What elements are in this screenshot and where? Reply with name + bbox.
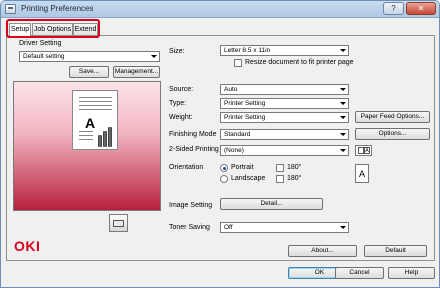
printing-preferences-window: Printing Preferences ? ✕ Setup Job Optio… [0, 0, 440, 288]
chevron-down-icon [339, 114, 347, 121]
two-sided-printing-value: (None) [224, 147, 244, 154]
chevron-down-icon [339, 47, 347, 54]
chevron-down-icon [339, 224, 347, 231]
preview-panel: A [13, 81, 161, 211]
letter-a-glyph: A [85, 115, 96, 131]
window-title: Printing Preferences [21, 4, 94, 13]
chevron-down-icon [339, 147, 347, 154]
weight-label: Weight: [169, 114, 193, 121]
printer-app-icon [5, 4, 16, 14]
resize-document-checkbox[interactable] [234, 59, 242, 67]
duplex-preview-icon: A [355, 145, 372, 156]
printer-icon[interactable] [109, 214, 128, 232]
weight-select[interactable]: Printer Setting [220, 112, 349, 123]
source-value: Auto [224, 86, 238, 93]
tabs-highlight [6, 19, 100, 38]
orientation-label: Orientation [169, 164, 204, 171]
rotate-180-portrait-checkbox[interactable] [276, 164, 284, 172]
chevron-down-icon [339, 100, 347, 107]
type-select[interactable]: Printer Setting [220, 98, 349, 109]
size-value: Letter 8.5 x 11in [224, 47, 271, 54]
toner-saving-label: Toner Saving [169, 224, 210, 231]
image-setting-label: Image Setting [169, 202, 213, 209]
management-button[interactable]: Management... [113, 66, 160, 78]
driver-setting-label: Driver Setting [19, 40, 62, 47]
finishing-mode-select[interactable]: Standard [220, 129, 349, 140]
close-button[interactable]: ✕ [406, 2, 436, 15]
cancel-button[interactable]: Cancel [335, 267, 384, 279]
toner-saving-value: Off [224, 224, 233, 231]
oki-logo: OKI [14, 238, 41, 254]
help-button[interactable]: Help [388, 267, 435, 279]
type-value: Printer Setting [224, 100, 266, 107]
finishing-options-button[interactable]: Options... [355, 128, 430, 140]
landscape-radio[interactable] [220, 175, 228, 183]
source-select[interactable]: Auto [220, 84, 349, 95]
resize-document-label: Resize document to fit printer page [245, 59, 354, 66]
two-sided-printing-label: 2-Sided Printing [169, 146, 219, 153]
two-sided-printing-select[interactable]: (None) [220, 145, 349, 156]
document-preview-icon: A [72, 90, 118, 150]
default-button[interactable]: Default [364, 245, 427, 257]
title-bar: Printing Preferences ? ✕ [1, 1, 439, 18]
rotate-180-landscape-checkbox[interactable] [276, 175, 284, 183]
landscape-label: Landscape [231, 175, 266, 182]
chevron-down-icon [339, 86, 347, 93]
finishing-mode-value: Standard [224, 131, 251, 138]
toner-saving-select[interactable]: Off [220, 222, 349, 233]
portrait-label: Portrait [231, 164, 254, 171]
source-label: Source: [169, 86, 194, 93]
driver-setting-value: Default setting [23, 53, 65, 60]
size-select[interactable]: Letter 8.5 x 11in [220, 45, 349, 56]
size-label: Size: [169, 48, 185, 55]
chevron-down-icon [339, 131, 347, 138]
type-label: Type: [169, 100, 187, 107]
about-button[interactable]: About... [288, 245, 357, 257]
portrait-radio[interactable] [220, 164, 228, 172]
paper-feed-options-button[interactable]: Paper Feed Options... [355, 111, 430, 123]
chevron-down-icon [150, 53, 158, 60]
rotate-180-portrait-label: 180° [287, 164, 302, 171]
orientation-preview-icon: A [355, 164, 369, 183]
driver-setting-select[interactable]: Default setting [19, 51, 160, 62]
detail-button[interactable]: Detail... [220, 198, 323, 210]
save-button[interactable]: Save... [69, 66, 109, 78]
finishing-mode-label: Finishing Mode [169, 131, 217, 138]
weight-value: Printer Setting [224, 114, 266, 121]
help-title-button[interactable]: ? [383, 2, 404, 15]
rotate-180-landscape-label: 180° [287, 175, 302, 182]
